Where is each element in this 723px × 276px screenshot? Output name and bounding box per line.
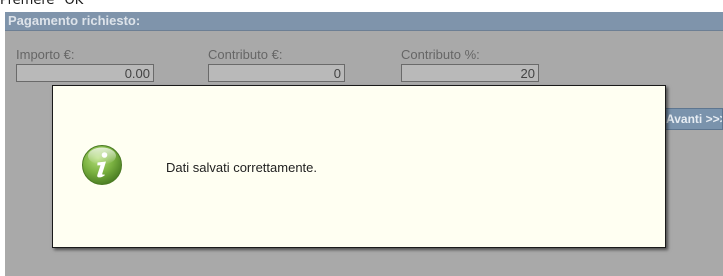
dialog-message: Dati salvati correttamente.: [166, 160, 318, 175]
next-button[interactable]: Avanti >>>: [661, 108, 723, 130]
panel-title: Pagamento richiesto:: [8, 13, 141, 28]
contribution-percent-label: Contributo %:: [401, 47, 480, 62]
info-dialog: Dati salvati correttamente.: [52, 85, 666, 248]
contribution-percent-input[interactable]: 20: [401, 64, 539, 82]
info-icon: [81, 144, 123, 186]
panel-header: Pagamento richiesto:: [5, 12, 723, 31]
amount-label: Importo €:: [16, 47, 75, 62]
caption-text: Premere "OK": [0, 0, 90, 8]
contribution-amount-input[interactable]: 0: [208, 64, 345, 82]
amount-input[interactable]: 0.00: [16, 64, 154, 82]
contribution-amount-label: Contributo €:: [208, 47, 283, 62]
